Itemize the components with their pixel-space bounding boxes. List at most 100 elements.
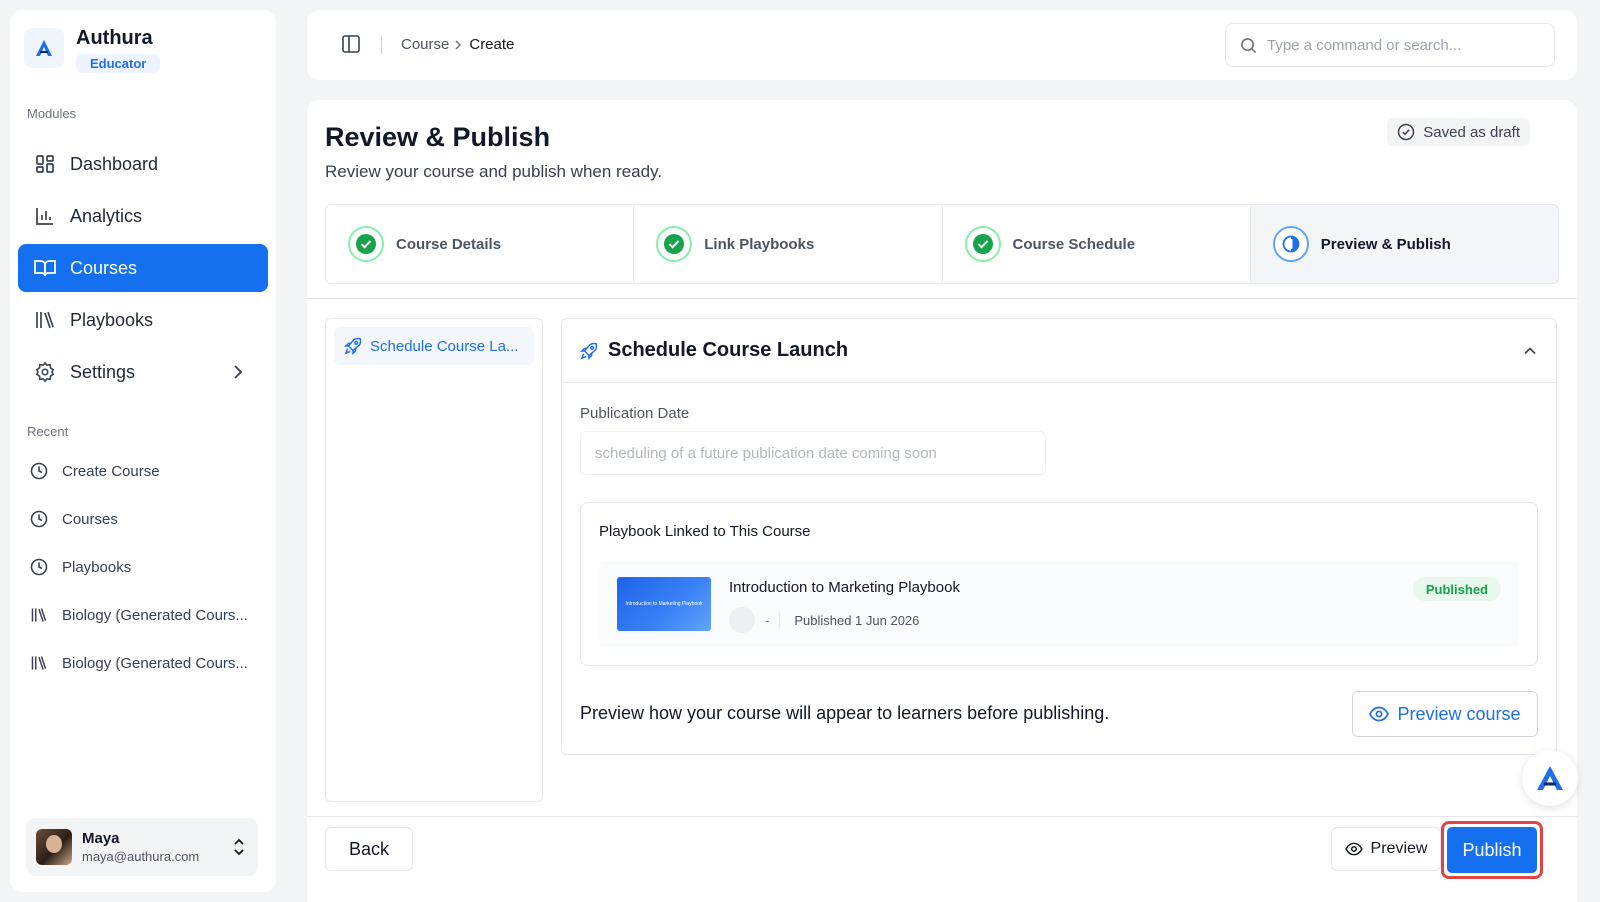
check-circle-icon <box>1397 123 1415 141</box>
sidebar-item-courses[interactable]: Courses <box>18 244 268 292</box>
step-current-icon <box>1272 226 1309 262</box>
search-icon <box>1240 37 1257 54</box>
publish-highlight: Publish <box>1441 821 1543 879</box>
assistant-launcher[interactable] <box>1522 750 1578 806</box>
saved-status-badge: Saved as draft <box>1387 118 1530 146</box>
breadcrumb: Course Create <box>401 36 514 53</box>
recent-item-label: Biology (Generated Cours... <box>62 606 248 624</box>
modules-label: Modules <box>27 106 77 121</box>
page-title: Review & Publish <box>325 122 551 152</box>
clock-icon <box>30 558 48 576</box>
playbook-meta: - Published 1 Jun 2026 <box>729 607 919 633</box>
section-list-item-schedule[interactable]: Schedule Course La... <box>334 327 534 365</box>
rocket-icon <box>580 342 598 360</box>
recent-item-label: Biology (Generated Cours... <box>62 654 248 672</box>
preview-course-button[interactable]: Preview course <box>1352 691 1538 737</box>
publication-date-label: Publication Date <box>580 405 690 422</box>
step-preview-publish[interactable]: Preview & Publish <box>1250 205 1558 283</box>
section-list: Schedule Course La... <box>325 318 543 802</box>
chevron-right-icon <box>228 362 248 387</box>
recent-item-courses[interactable]: Courses <box>30 510 118 528</box>
divider <box>779 612 781 628</box>
saved-status-text: Saved as draft <box>1423 123 1520 141</box>
sidebar-item-label: Playbooks <box>70 309 154 330</box>
chevron-up-icon[interactable] <box>1522 343 1538 359</box>
step-link-playbooks[interactable]: Link Playbooks <box>634 205 943 283</box>
user-name: Maya <box>82 830 120 847</box>
schedule-launch-header[interactable]: Schedule Course Launch <box>562 319 1556 383</box>
sidebar-item-label: Settings <box>70 361 136 382</box>
clock-icon <box>30 510 48 528</box>
topbar: Course Create <box>307 10 1577 80</box>
linked-playbook-title: Playbook Linked to This Course <box>599 523 811 540</box>
stepper: Course Details Link Playbooks Course Sch… <box>325 204 1559 284</box>
sidebar-toggle-icon[interactable] <box>341 34 361 59</box>
sidebar-item-settings[interactable]: Settings <box>18 348 268 396</box>
recent-item-label: Playbooks <box>62 558 132 576</box>
library-icon <box>34 309 56 331</box>
playbook-card[interactable]: Introduction to Marketing Playbook Intro… <box>599 561 1519 647</box>
chevrons-up-down-icon <box>232 838 246 861</box>
user-menu[interactable]: Maya maya@authura.com <box>26 818 258 876</box>
recent-item-playbooks[interactable]: Playbooks <box>30 558 131 576</box>
status-badge: Published <box>1412 577 1501 601</box>
sidebar-item-label: Courses <box>70 257 138 278</box>
step-course-details[interactable]: Course Details <box>326 205 635 283</box>
author-name: - <box>765 612 770 628</box>
sidebar-item-playbooks[interactable]: Playbooks <box>18 296 268 344</box>
chevron-right-icon <box>453 39 463 51</box>
recent-item-biology-1[interactable]: Biology (Generated Cours... <box>30 606 248 624</box>
sidebar-item-dashboard[interactable]: Dashboard <box>18 140 268 188</box>
brand[interactable]: Authura Educator <box>24 26 161 73</box>
recent-item-label: Create Course <box>62 462 160 480</box>
page-subtitle: Review your course and publish when read… <box>325 162 663 181</box>
publish-button[interactable]: Publish <box>1447 827 1537 873</box>
divider <box>307 816 1577 817</box>
command-search[interactable] <box>1225 23 1555 67</box>
breadcrumb-create: Create <box>469 36 515 53</box>
step-done-icon <box>348 226 384 262</box>
avatar <box>36 829 72 865</box>
library-icon <box>30 606 48 624</box>
eye-icon <box>1344 842 1363 856</box>
step-label: Course Schedule <box>1012 235 1136 253</box>
eye-icon <box>1369 706 1390 722</box>
brand-name: Authura <box>76 27 153 49</box>
recent-item-biology-2[interactable]: Biology (Generated Cours... <box>30 654 248 672</box>
brand-logo-icon <box>24 28 64 68</box>
rocket-icon <box>344 337 362 355</box>
step-done-icon <box>964 226 1001 262</box>
library-icon <box>30 654 48 672</box>
recent-label: Recent <box>27 424 69 439</box>
schedule-launch-panel: Schedule Course Launch Publication Date … <box>561 318 1557 755</box>
gear-icon <box>34 361 56 383</box>
preview-hint: Preview how your course will appear to l… <box>580 703 1110 723</box>
brand-logo-icon <box>1536 765 1564 791</box>
author-avatar <box>729 607 755 633</box>
sidebar-item-analytics[interactable]: Analytics <box>18 192 268 240</box>
search-input[interactable] <box>1267 36 1527 54</box>
step-done-icon <box>656 226 693 262</box>
sidebar: Authura Educator Modules Dashboard Analy… <box>10 10 276 892</box>
main-content: Review & Publish Review your course and … <box>307 100 1577 902</box>
step-course-schedule[interactable]: Course Schedule <box>943 205 1251 283</box>
back-button[interactable]: Back <box>325 827 413 871</box>
preview-course-label: Preview course <box>1397 703 1521 724</box>
preview-button[interactable]: Preview <box>1331 827 1441 871</box>
playbook-thumbnail: Introduction to Marketing Playbook <box>617 577 711 631</box>
recent-item-create-course[interactable]: Create Course <box>30 462 160 480</box>
recent-item-label: Courses <box>62 510 118 528</box>
step-label: Link Playbooks <box>704 235 815 253</box>
book-open-icon <box>34 257 56 279</box>
publication-date-input[interactable] <box>580 431 1046 475</box>
linked-playbook-box: Playbook Linked to This Course Introduct… <box>580 502 1538 666</box>
breadcrumb-course[interactable]: Course <box>401 36 449 53</box>
divider <box>307 298 1577 299</box>
clock-icon <box>30 462 48 480</box>
section-list-item-label: Schedule Course La... <box>370 337 519 355</box>
step-label: Course Details <box>396 235 502 253</box>
brand-role-badge: Educator <box>76 54 161 73</box>
user-email: maya@authura.com <box>82 849 200 864</box>
sidebar-item-label: Analytics <box>70 205 143 226</box>
divider <box>381 36 382 54</box>
